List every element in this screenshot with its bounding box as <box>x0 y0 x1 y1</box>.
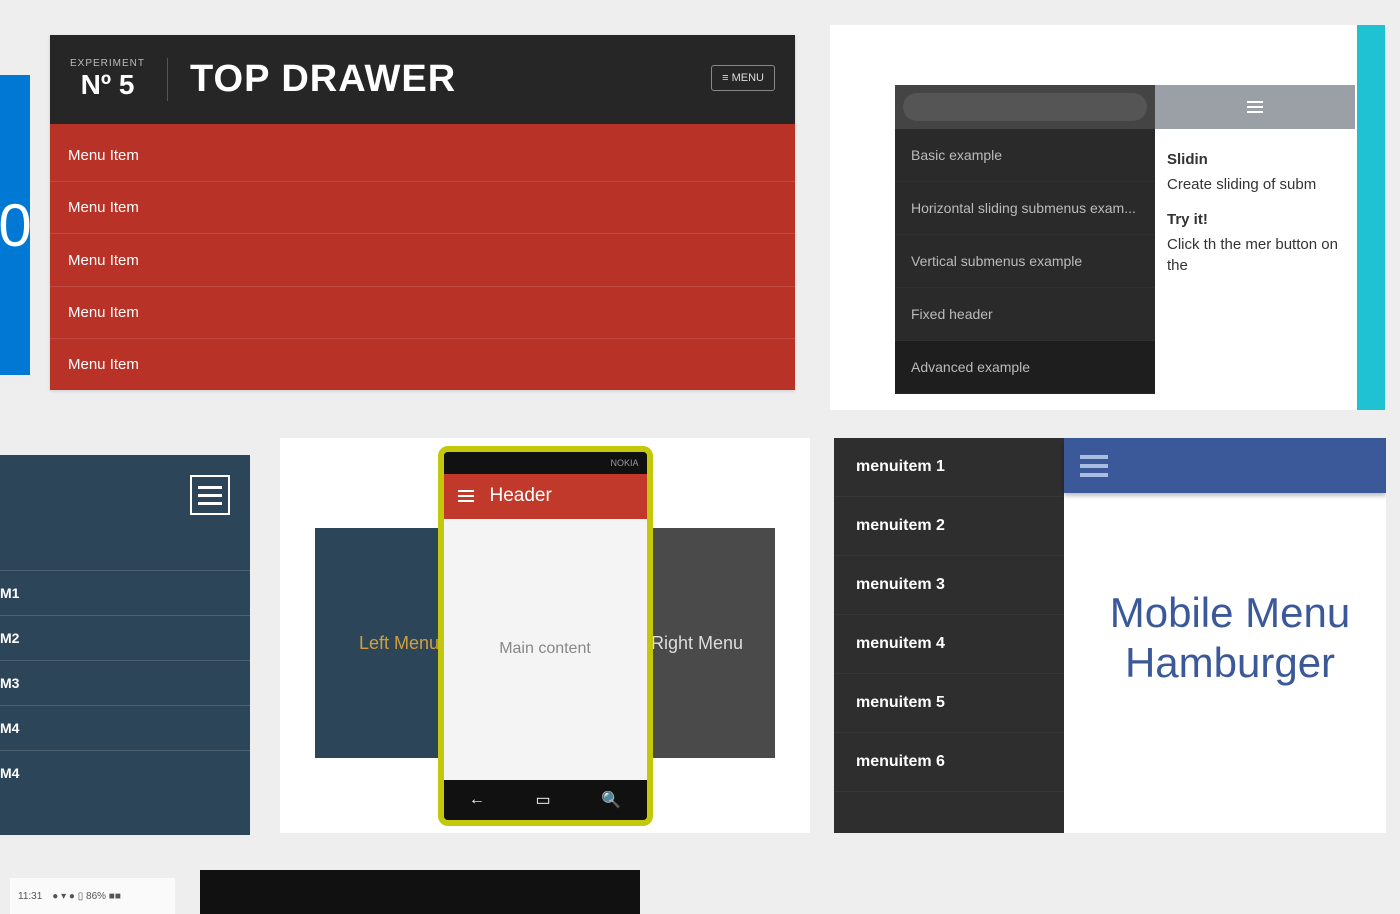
content-label: Main content <box>499 640 591 658</box>
side-drawer: menuitem 1 menuitem 2 menuitem 3 menuite… <box>834 438 1064 833</box>
right-menu-label: Right Menu <box>651 633 743 654</box>
nav-item[interactable]: M4 <box>0 750 250 795</box>
teal-accent <box>1357 25 1385 410</box>
experiment-number: Nº 5 <box>70 69 145 101</box>
menu-item[interactable]: menuitem 2 <box>834 497 1064 556</box>
nav-list: M1 M2 M3 M4 M4 <box>0 570 250 795</box>
top-drawer-title: TOP DRAWER <box>190 58 456 101</box>
paragraph: Create sliding of subm <box>1167 174 1343 195</box>
search-input[interactable] <box>903 93 1147 121</box>
left-menu-panel[interactable]: Left Menu <box>315 528 445 758</box>
nav-item[interactable]: M1 <box>0 570 250 615</box>
phone-header-title: Header <box>490 485 552 507</box>
sliding-drawer-card: Basic example Horizontal sliding submenu… <box>830 25 1385 410</box>
drawer-search-wrap <box>895 85 1155 129</box>
experiment-label: EXPERIMENT <box>70 58 145 69</box>
hamburger-button[interactable] <box>1080 455 1108 477</box>
heading-try-it: Try it! <box>1167 211 1343 228</box>
drawer-item[interactable]: Vertical submenus example <box>895 235 1155 288</box>
phone-app-header: Header <box>444 474 647 519</box>
drawer-item[interactable]: Basic example <box>895 129 1155 182</box>
phone-nav-buttons: ← ▭ 🔍 <box>444 780 647 820</box>
nav-item[interactable]: M2 <box>0 615 250 660</box>
dark-drawer: Basic example Horizontal sliding submenu… <box>895 85 1155 394</box>
top-drawer-menu: Menu Item Menu Item Menu Item Menu Item … <box>50 130 795 390</box>
status-bar-sliver: 11:31 ● ▾ ● ▯ 86% ■■ <box>10 878 175 914</box>
paragraph: Click th the mer button on the <box>1167 234 1343 276</box>
phone-main-content: Main content <box>444 519 647 780</box>
menu-item[interactable]: Menu Item <box>50 233 795 285</box>
heading-sliding: Slidin <box>1167 151 1343 168</box>
experiment-badge: EXPERIMENT Nº 5 <box>70 58 168 101</box>
menu-item[interactable]: Menu Item <box>50 286 795 338</box>
menu-item[interactable]: menuitem 5 <box>834 674 1064 733</box>
page-title: Mobile Menu Hamburger <box>1084 588 1376 689</box>
menu-item[interactable]: Menu Item <box>50 338 795 390</box>
back-button[interactable]: ← <box>469 791 485 809</box>
drawer-description: Slidin Create sliding of subm Try it! Cl… <box>1155 129 1355 314</box>
top-drawer-card: EXPERIMENT Nº 5 TOP DRAWER ≡ MENU Menu I… <box>50 35 795 390</box>
mobile-menu-hamburger-card: menuitem 1 menuitem 2 menuitem 3 menuite… <box>834 438 1386 833</box>
phone-mockup-card: Left Menu Right Menu NOKIA Header Main c… <box>280 438 810 833</box>
nav-item[interactable]: M3 <box>0 660 250 705</box>
menu-item[interactable]: menuitem 1 <box>834 438 1064 497</box>
hamburger-button[interactable] <box>1155 85 1355 129</box>
left-menu-label: Left Menu <box>359 633 439 654</box>
hamburger-icon[interactable] <box>458 490 474 502</box>
drawer-item[interactable]: Horizontal sliding submenus exam... <box>895 182 1155 235</box>
menu-item[interactable]: menuitem 3 <box>834 556 1064 615</box>
phone-brand: NOKIA <box>610 458 638 468</box>
search-button[interactable]: 🔍 <box>601 790 621 810</box>
dark-blue-nav-card: M1 M2 M3 M4 M4 <box>0 455 250 835</box>
blue-tile-sliver: 0 <box>0 75 30 375</box>
top-drawer-header: EXPERIMENT Nº 5 TOP DRAWER ≡ MENU <box>50 35 795 130</box>
dark-card-sliver <box>200 870 640 914</box>
hamburger-icon <box>1247 101 1263 113</box>
menu-item[interactable]: menuitem 6 <box>834 733 1064 792</box>
hamburger-button[interactable] <box>190 475 230 515</box>
blue-tile-glyph: 0 <box>0 191 30 260</box>
home-button[interactable]: ▭ <box>535 790 550 810</box>
status-icons: ● ▾ ● ▯ 86% ■■ <box>52 891 121 902</box>
phone-frame: NOKIA Header Main content ← ▭ 🔍 <box>438 446 653 826</box>
status-time: 11:31 <box>18 891 42 902</box>
drawer-item[interactable]: Fixed header <box>895 288 1155 341</box>
nav-item[interactable]: M4 <box>0 705 250 750</box>
menu-button[interactable]: ≡ MENU <box>711 65 775 91</box>
drawer-item-active[interactable]: Advanced example <box>895 341 1155 394</box>
drawer-content-panel: Slidin Create sliding of subm Try it! Cl… <box>1155 85 1355 314</box>
phone-status-bar: NOKIA <box>444 452 647 474</box>
menu-item[interactable]: Menu Item <box>50 130 795 181</box>
app-top-bar <box>1064 438 1386 493</box>
menu-item[interactable]: Menu Item <box>50 181 795 233</box>
menu-item[interactable]: menuitem 4 <box>834 615 1064 674</box>
right-menu-panel[interactable]: Right Menu <box>645 528 775 758</box>
